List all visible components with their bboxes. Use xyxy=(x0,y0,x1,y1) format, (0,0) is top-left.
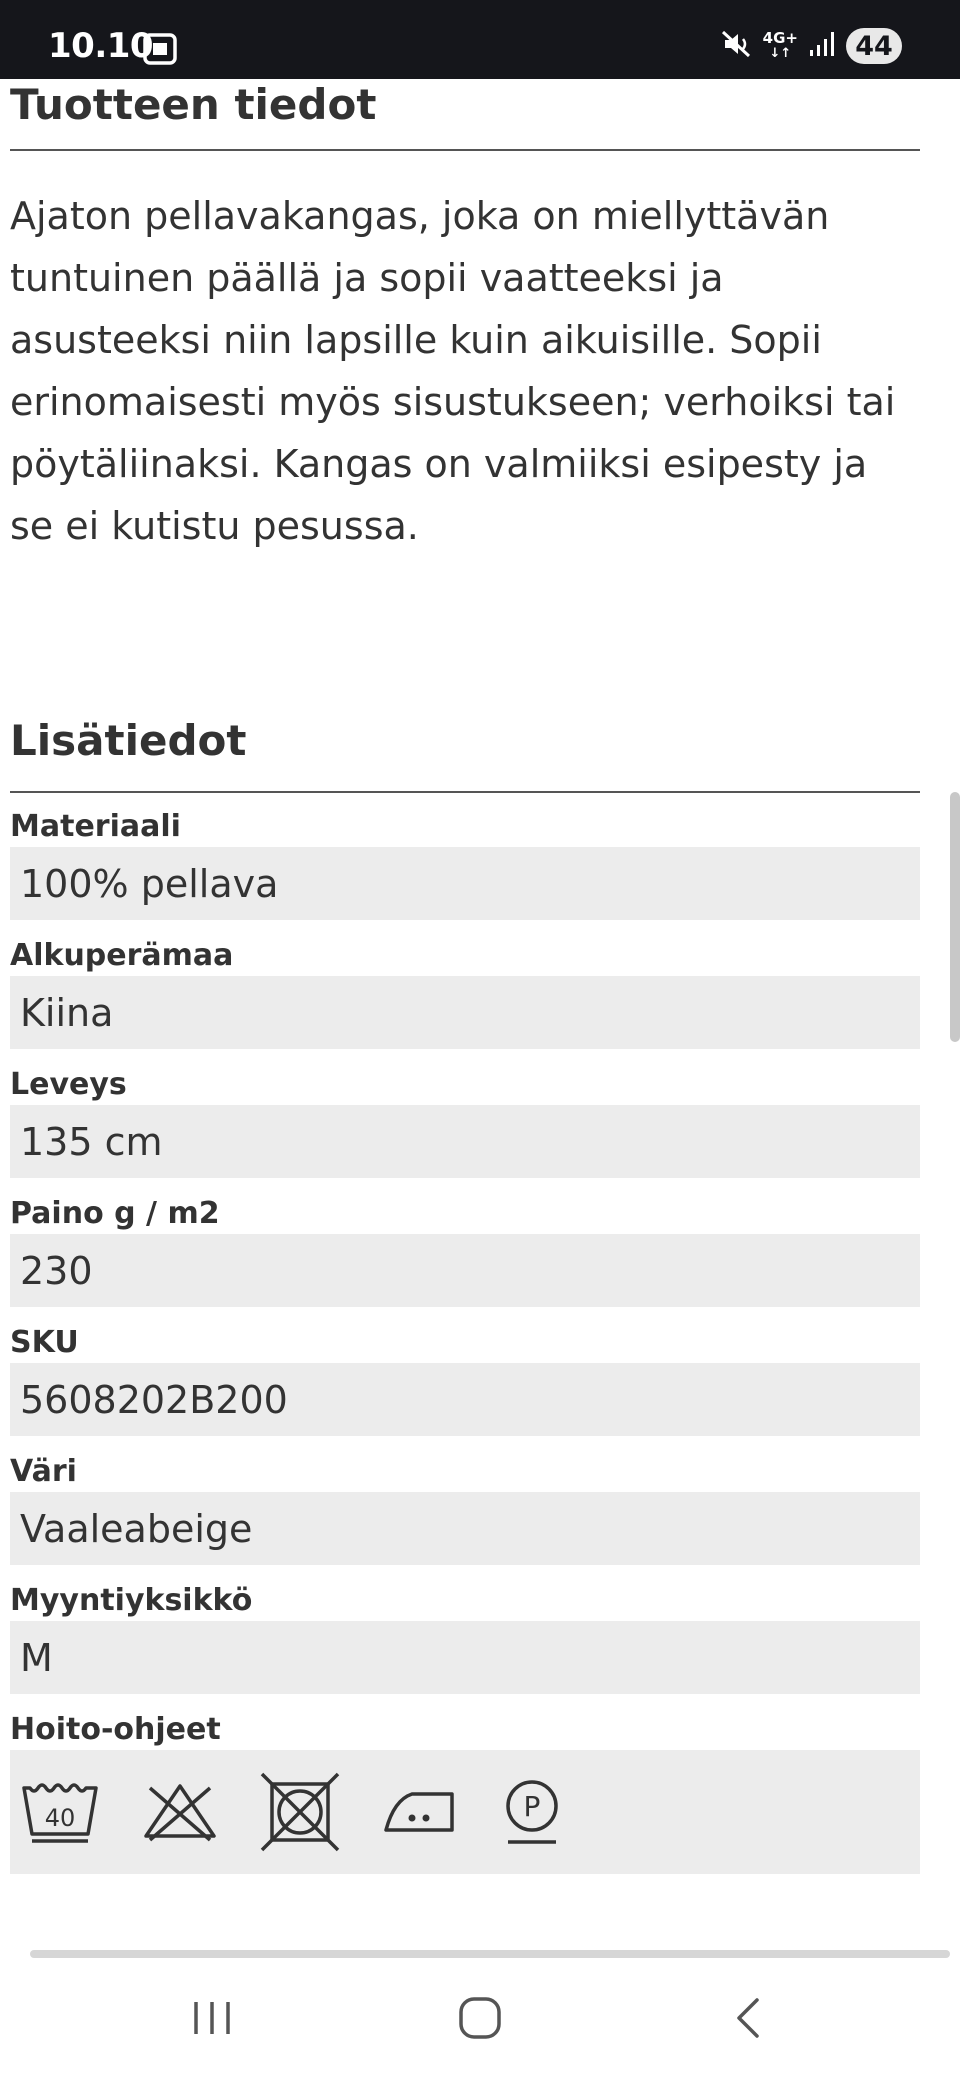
attribute-label: Paino g / m2 xyxy=(10,1196,220,1231)
recent-apps-button[interactable] xyxy=(172,1990,252,2050)
no-tumble-dry-icon xyxy=(260,1772,340,1852)
attribute-label: Leveys xyxy=(10,1067,127,1102)
care-label: Hoito-ohjeet xyxy=(10,1712,221,1747)
attribute-value: 5608202B200 xyxy=(10,1363,920,1436)
vertical-scrollbar[interactable] xyxy=(950,792,960,1042)
battery-indicator: 44 xyxy=(846,28,902,64)
attribute-value: M xyxy=(10,1621,920,1694)
home-button[interactable] xyxy=(440,1990,520,2050)
screenshot-icon xyxy=(142,32,178,70)
attribute-label: SKU xyxy=(10,1325,79,1360)
attribute-row: Materiaali 100% pellava xyxy=(10,807,920,920)
attribute-label: Alkuperämaa xyxy=(10,938,234,973)
mute-icon xyxy=(719,28,753,64)
back-button[interactable] xyxy=(708,1990,788,2050)
no-bleach-icon xyxy=(140,1780,220,1844)
attribute-row: SKU 5608202B200 xyxy=(10,1323,920,1436)
status-time: 10.10 xyxy=(48,26,154,66)
wash-temp: 40 xyxy=(45,1804,76,1832)
wash-40-icon: 40 xyxy=(20,1780,100,1844)
attribute-row: Leveys 135 cm xyxy=(10,1065,920,1178)
dry-clean-p-icon: P xyxy=(500,1776,564,1848)
dry-clean-letter: P xyxy=(524,1790,541,1823)
product-info-title: Tuotteen tiedot xyxy=(10,80,377,129)
product-description: Ajaton pellavakangas, joka on miellyttäv… xyxy=(10,194,896,548)
status-indicators: 4G+ ↓↑ 44 xyxy=(719,28,902,64)
attribute-value: Kiina xyxy=(10,976,920,1049)
attribute-row: Väri Vaaleabeige xyxy=(10,1452,920,1565)
network-type: 4G+ xyxy=(762,29,798,47)
divider xyxy=(10,791,920,793)
page-content: Tuotteen tiedot Ajaton pellavakangas, jo… xyxy=(10,79,920,1874)
care-icons-row: 40 P xyxy=(10,1750,920,1874)
attribute-label: Väri xyxy=(10,1454,77,1489)
navigation-bar xyxy=(0,1960,960,2080)
attribute-value: 230 xyxy=(10,1234,920,1307)
signal-icon xyxy=(808,30,836,62)
back-icon xyxy=(731,1996,765,2044)
horizontal-scrollbar[interactable] xyxy=(30,1950,950,1958)
care-instructions: Hoito-ohjeet 40 P xyxy=(10,1710,920,1874)
attribute-row: Alkuperämaa Kiina xyxy=(10,936,920,1049)
attribute-row: Paino g / m2 230 xyxy=(10,1194,920,1307)
attribute-value: Vaaleabeige xyxy=(10,1492,920,1565)
status-bar: 10.10 4G+ ↓↑ 44 xyxy=(0,0,960,79)
iron-medium-icon xyxy=(380,1780,460,1844)
recent-apps-icon xyxy=(190,1998,234,2042)
home-icon xyxy=(457,1995,503,2045)
attributes-list: Materiaali 100% pellava Alkuperämaa Kiin… xyxy=(10,807,920,1874)
network-indicator: 4G+ ↓↑ xyxy=(762,29,798,61)
attribute-value: 100% pellava xyxy=(10,847,920,920)
additional-info-title: Lisätiedot xyxy=(10,716,247,765)
attribute-label: Materiaali xyxy=(10,809,181,844)
attribute-value: 135 cm xyxy=(10,1105,920,1178)
attribute-label: Myyntiyksikkö xyxy=(10,1583,253,1618)
attribute-row: Myyntiyksikkö M xyxy=(10,1581,920,1694)
